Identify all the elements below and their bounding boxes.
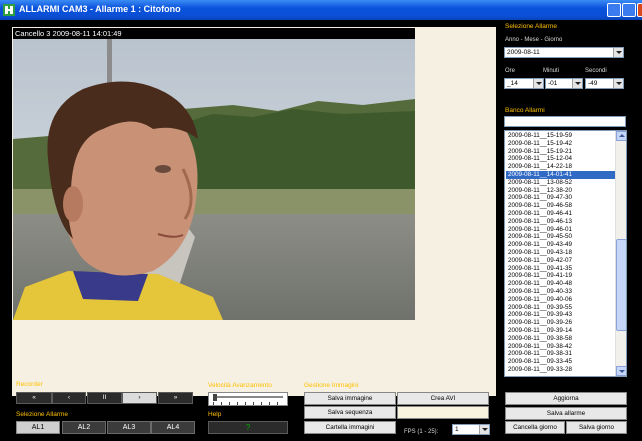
date-select[interactable]: 2009-08-11: [504, 47, 624, 58]
minimize-button[interactable]: [607, 3, 621, 17]
list-item[interactable]: 2009-08-11__14-01-41: [506, 170, 616, 179]
list-item[interactable]: 2009-08-11__09-38-42: [506, 343, 616, 351]
secondi-select[interactable]: -49: [585, 78, 624, 89]
chevron-down-icon[interactable]: [479, 425, 489, 434]
list-item[interactable]: 2009-08-11__09-40-48: [506, 280, 616, 288]
velocita-header: Velocità Avanzamento: [208, 382, 272, 389]
cancella-giorno-button[interactable]: Cancella giorno: [505, 421, 565, 434]
chevron-down-icon[interactable]: [572, 79, 582, 88]
list-item[interactable]: 2009-08-11__15-12-04: [506, 155, 616, 163]
list-item[interactable]: 2009-08-11__09-46-58: [506, 202, 616, 210]
list-item[interactable]: 2009-08-11__13-08-52: [506, 179, 616, 187]
list-item[interactable]: 2009-08-11__09-43-49: [506, 241, 616, 249]
salva-giorno-button[interactable]: Salva giorno: [566, 421, 627, 434]
play-button[interactable]: ›: [122, 392, 157, 404]
al3-button[interactable]: AL3: [107, 421, 151, 434]
speed-ticks: [213, 402, 283, 405]
al2-button[interactable]: AL2: [62, 421, 106, 434]
list-item[interactable]: 2009-08-11__09-38-58: [506, 335, 616, 343]
chevron-down-icon[interactable]: [533, 79, 543, 88]
secondi-label: Secondi: [585, 68, 607, 74]
list-item[interactable]: 2009-08-11__09-41-35: [506, 265, 616, 273]
pause-button[interactable]: II: [87, 392, 122, 404]
recorder-header: Recorder: [16, 381, 43, 388]
minuti-value: -01: [548, 80, 558, 87]
speed-slider[interactable]: [208, 392, 288, 406]
window-title: ALLARMI CAM3 - Allarme 1 : Citofono: [19, 4, 181, 14]
salva-immagine-button[interactable]: Salva immagine: [304, 392, 396, 405]
list-item[interactable]: 2009-08-11__09-43-18: [506, 249, 616, 257]
list-item[interactable]: 2009-08-11__09-40-06: [506, 296, 616, 304]
scroll-up-icon[interactable]: [616, 131, 626, 141]
minuti-label: Minuti: [543, 68, 560, 74]
gestione-header: Gestione Immagini: [304, 382, 359, 389]
ore-value: _14: [507, 80, 518, 87]
main-panel: Cancello 3 2009-08-11 14:01:49 Selezione…: [0, 20, 642, 441]
selezione-allarme-bottom-header: Selezione Allarme: [16, 411, 69, 418]
list-item[interactable]: 2009-08-11__09-47-30: [506, 194, 616, 202]
sequence-field[interactable]: [397, 406, 489, 419]
help-button[interactable]: ?: [208, 421, 288, 434]
list-item[interactable]: 2009-08-11__09-42-07: [506, 257, 616, 265]
maximize-button[interactable]: [622, 3, 636, 17]
camera-image: [13, 39, 415, 320]
fast-forward-button[interactable]: »: [158, 392, 193, 404]
alarm-list-items: 2009-08-11__15-19-59 2009-08-11__15-19-42…: [506, 132, 616, 374]
scroll-down-icon[interactable]: [616, 366, 626, 376]
speed-thumb[interactable]: [213, 394, 217, 401]
al4-button[interactable]: AL4: [151, 421, 195, 434]
al1-button[interactable]: AL1: [16, 421, 60, 434]
date-label: Anno - Mese - Giorno: [505, 37, 563, 43]
minuti-select[interactable]: -01: [545, 78, 583, 89]
cartella-immagini-button[interactable]: Cartella immagini: [304, 421, 396, 434]
video-overlay-label: Cancello 3 2009-08-11 14:01:49: [13, 28, 415, 39]
title-bar: ALLARMI CAM3 - Allarme 1 : Citofono: [0, 0, 642, 20]
alarm-list[interactable]: 2009-08-11__15-19-59 2009-08-11__15-19-42…: [504, 130, 627, 377]
list-item[interactable]: 2009-08-11__09-45-50: [506, 233, 616, 241]
list-item[interactable]: 2009-08-11__12-38-20: [506, 187, 616, 195]
help-header: Help: [208, 411, 222, 418]
list-item[interactable]: 2009-08-11__15-19-42: [506, 140, 616, 148]
salva-allarme-button[interactable]: Salva allarme: [505, 407, 627, 420]
ore-label: Ore: [505, 68, 516, 74]
fps-select[interactable]: 1: [452, 424, 490, 435]
close-button[interactable]: [637, 3, 642, 17]
list-item[interactable]: 2009-08-11__09-33-28: [506, 366, 616, 374]
crea-avi-button[interactable]: Crea AVI: [397, 392, 489, 405]
chevron-down-icon[interactable]: [613, 48, 623, 57]
list-item[interactable]: 2009-08-11__15-19-21: [506, 148, 616, 156]
selezione-allarme-header: Selezione Allarme: [505, 23, 558, 30]
aggiorna-button[interactable]: Aggiorna: [505, 392, 627, 405]
list-item[interactable]: 2009-08-11__09-33-45: [506, 358, 616, 366]
scroll-thumb[interactable]: [616, 239, 626, 331]
fps-value: 1: [455, 426, 459, 433]
banco-filter-input[interactable]: [504, 116, 626, 127]
list-item[interactable]: 2009-08-11__09-46-41: [506, 210, 616, 218]
salva-sequenza-button[interactable]: Salva sequenza: [304, 406, 396, 419]
list-item[interactable]: 2009-08-11__09-46-13: [506, 218, 616, 226]
list-item[interactable]: 2009-08-11__09-46-01: [506, 226, 616, 234]
step-back-button[interactable]: ‹: [52, 392, 86, 404]
chevron-down-icon[interactable]: [613, 79, 623, 88]
secondi-value: -49: [588, 80, 598, 87]
fps-label: FPS (1 - 25):: [404, 429, 439, 435]
list-item[interactable]: 2009-08-11__09-39-14: [506, 327, 616, 335]
list-item[interactable]: 2009-08-11__09-40-33: [506, 288, 616, 296]
list-item[interactable]: 2009-08-11__09-38-31: [506, 350, 616, 358]
banco-allarmi-header: Banco Allarmi: [505, 107, 545, 114]
list-item[interactable]: 2009-08-11__09-39-43: [506, 311, 616, 319]
list-item[interactable]: 2009-08-11__14-22-18: [506, 163, 616, 171]
speed-track: [213, 396, 283, 398]
list-item[interactable]: 2009-08-11__15-19-59: [506, 132, 616, 140]
list-item[interactable]: 2009-08-11__09-41-19: [506, 272, 616, 280]
app-icon: [3, 4, 15, 16]
alarm-list-scrollbar[interactable]: [615, 131, 626, 376]
ore-select[interactable]: _14: [504, 78, 544, 89]
list-item[interactable]: 2009-08-11__09-39-26: [506, 319, 616, 327]
camera-frame: [13, 39, 415, 320]
rewind-button[interactable]: «: [16, 392, 52, 404]
list-item[interactable]: 2009-08-11__09-39-55: [506, 304, 616, 312]
date-value: 2009-08-11: [507, 49, 540, 56]
